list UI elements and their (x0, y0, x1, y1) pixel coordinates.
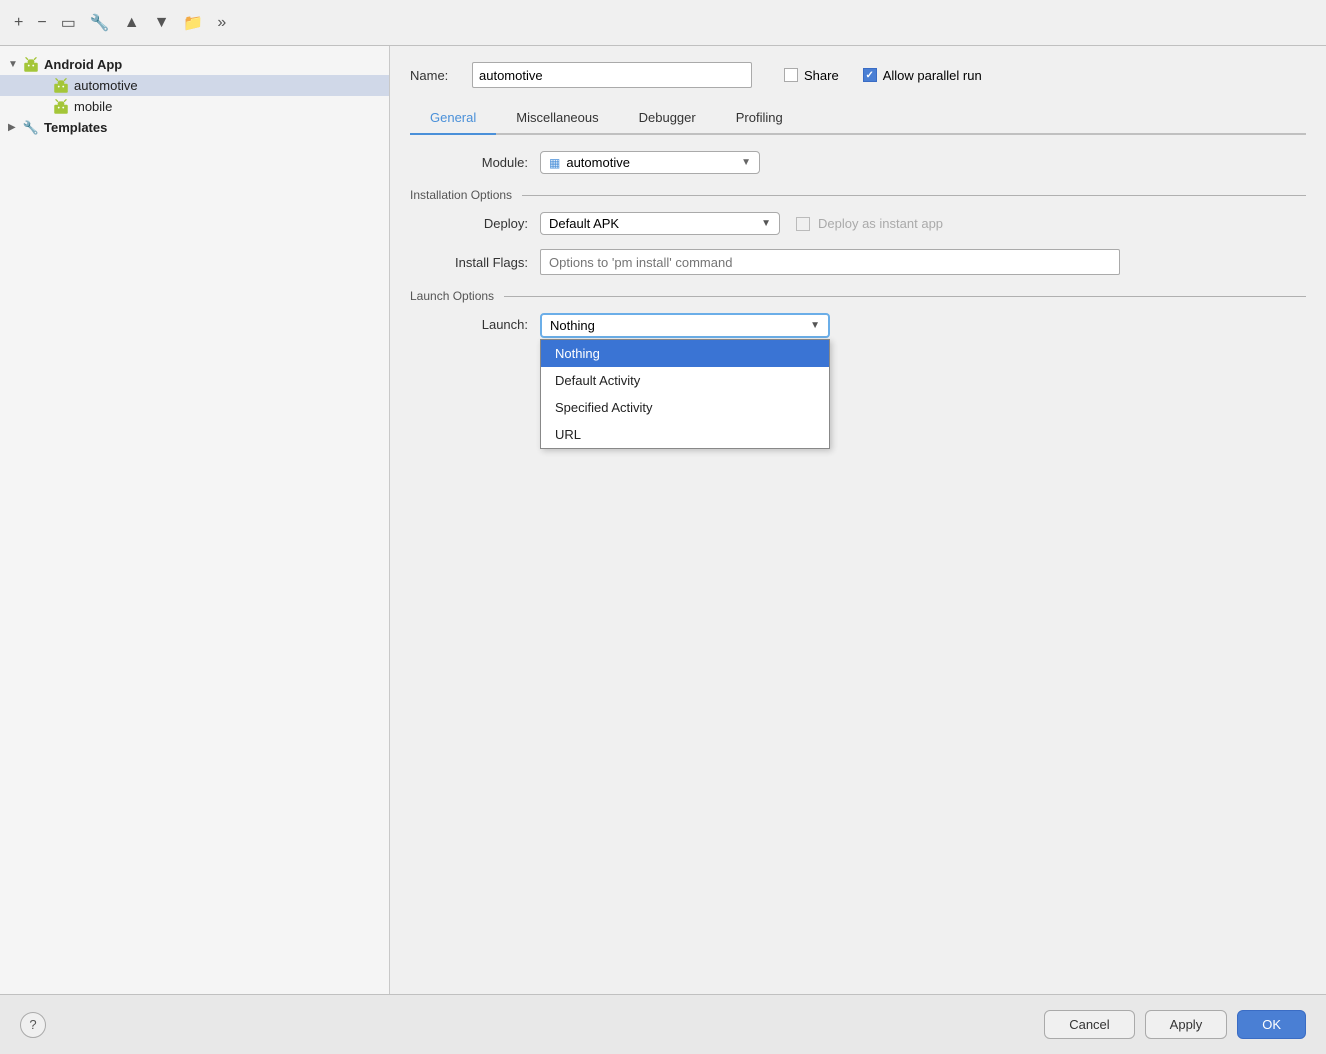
remove-icon[interactable]: − (33, 12, 50, 34)
wrench-icon-templates: 🔧 (22, 121, 40, 135)
cancel-button[interactable]: Cancel (1044, 1010, 1134, 1039)
tab-profiling[interactable]: Profiling (716, 102, 803, 135)
name-input[interactable] (472, 62, 752, 88)
tree-label-mobile: mobile (74, 99, 112, 114)
module-label: Module: (410, 155, 540, 170)
launch-options-line (504, 296, 1306, 297)
tree-arrow-android-app: ▼ (8, 59, 22, 70)
tree-arrow-templates: ▶ (8, 122, 22, 133)
share-checkbox[interactable] (784, 68, 798, 82)
right-panel: Name: Share Allow parallel run General M… (390, 46, 1326, 994)
left-panel: ▼ Android App (0, 46, 390, 994)
form-content: Module: ▦ automotive ▼ Installation Opti… (410, 151, 1306, 978)
launch-option-specified-activity[interactable]: Specified Activity (541, 394, 829, 421)
share-label: Share (804, 68, 839, 83)
launch-option-default-activity[interactable]: Default Activity (541, 367, 829, 394)
module-row: Module: ▦ automotive ▼ (410, 151, 1306, 174)
android-icon-automotive (52, 79, 70, 93)
android-icon-mobile (52, 100, 70, 114)
move-up-icon[interactable]: ▲ (120, 12, 144, 34)
name-label: Name: (410, 68, 460, 83)
launch-row: Launch: Nothing ▼ Nothing Default Activi… (410, 313, 1306, 338)
module-dropdown-arrow: ▼ (741, 157, 751, 168)
tab-general[interactable]: General (410, 102, 496, 135)
instant-app-label: Deploy as instant app (818, 216, 943, 231)
help-button[interactable]: ? (20, 1012, 46, 1038)
apply-button[interactable]: Apply (1145, 1010, 1228, 1039)
module-value: automotive (566, 155, 630, 170)
tree-item-android-app[interactable]: ▼ Android App (0, 54, 389, 75)
tab-debugger[interactable]: Debugger (619, 102, 716, 135)
launch-label: Launch: (410, 313, 540, 332)
module-icon: ▦ (549, 156, 560, 170)
deploy-dropdown[interactable]: Default APK ▼ (540, 212, 780, 235)
parallel-area: Allow parallel run (863, 68, 982, 83)
tree-item-templates[interactable]: ▶ 🔧 Templates (0, 117, 389, 138)
tabs: General Miscellaneous Debugger Profiling (410, 102, 1306, 135)
launch-options-label: Launch Options (410, 289, 494, 303)
installation-options-header: Installation Options (410, 188, 1306, 202)
installation-options-label: Installation Options (410, 188, 512, 202)
tree-label-automotive: automotive (74, 78, 138, 93)
tree-label-templates: Templates (44, 120, 107, 135)
instant-app-area: Deploy as instant app (796, 216, 943, 231)
launch-dropdown-popup: Nothing Default Activity Specified Activ… (540, 339, 830, 449)
launch-dropdown-container: Nothing ▼ Nothing Default Activity Speci… (540, 313, 830, 338)
launch-options-header: Launch Options (410, 289, 1306, 303)
add-icon[interactable]: + (10, 12, 27, 34)
install-flags-row: Install Flags: (410, 249, 1306, 275)
launch-value: Nothing (550, 318, 595, 333)
folder-icon[interactable]: 📁 (179, 11, 207, 35)
bottom-right: Cancel Apply OK (1044, 1010, 1306, 1039)
settings-icon[interactable]: 🔧 (86, 11, 114, 35)
tree-label-android-app: Android App (44, 57, 122, 72)
installation-options-line (522, 195, 1306, 196)
instant-app-checkbox[interactable] (796, 217, 810, 231)
install-flags-input[interactable] (540, 249, 1120, 275)
tab-miscellaneous[interactable]: Miscellaneous (496, 102, 618, 135)
launch-dropdown-arrow: ▼ (810, 320, 820, 331)
main-area: ▼ Android App (0, 46, 1326, 994)
parallel-label: Allow parallel run (883, 68, 982, 83)
install-flags-label: Install Flags: (410, 255, 540, 270)
ok-button[interactable]: OK (1237, 1010, 1306, 1039)
module-dropdown[interactable]: ▦ automotive ▼ (540, 151, 760, 174)
deploy-dropdown-arrow: ▼ (761, 218, 771, 229)
launch-option-url[interactable]: URL (541, 421, 829, 448)
parallel-checkbox[interactable] (863, 68, 877, 82)
launch-option-nothing[interactable]: Nothing (541, 340, 829, 367)
move-down-icon[interactable]: ▼ (150, 12, 174, 34)
android-icon-app (22, 58, 40, 72)
launch-dropdown[interactable]: Nothing ▼ (540, 313, 830, 338)
more-icon[interactable]: » (213, 12, 230, 34)
deploy-label: Deploy: (410, 216, 540, 231)
bottom-left: ? (20, 1012, 46, 1038)
toolbar: + − ▭ 🔧 ▲ ▼ 📁 » (0, 0, 1326, 46)
bottom-bar: ? Cancel Apply OK (0, 994, 1326, 1054)
deploy-value: Default APK (549, 216, 619, 231)
share-area: Share (784, 68, 839, 83)
deploy-row: Deploy: Default APK ▼ Deploy as instant … (410, 212, 1306, 235)
tree-item-automotive[interactable]: automotive (0, 75, 389, 96)
name-row: Name: Share Allow parallel run (410, 62, 1306, 88)
tree-item-mobile[interactable]: mobile (0, 96, 389, 117)
copy-icon[interactable]: ▭ (57, 11, 80, 35)
